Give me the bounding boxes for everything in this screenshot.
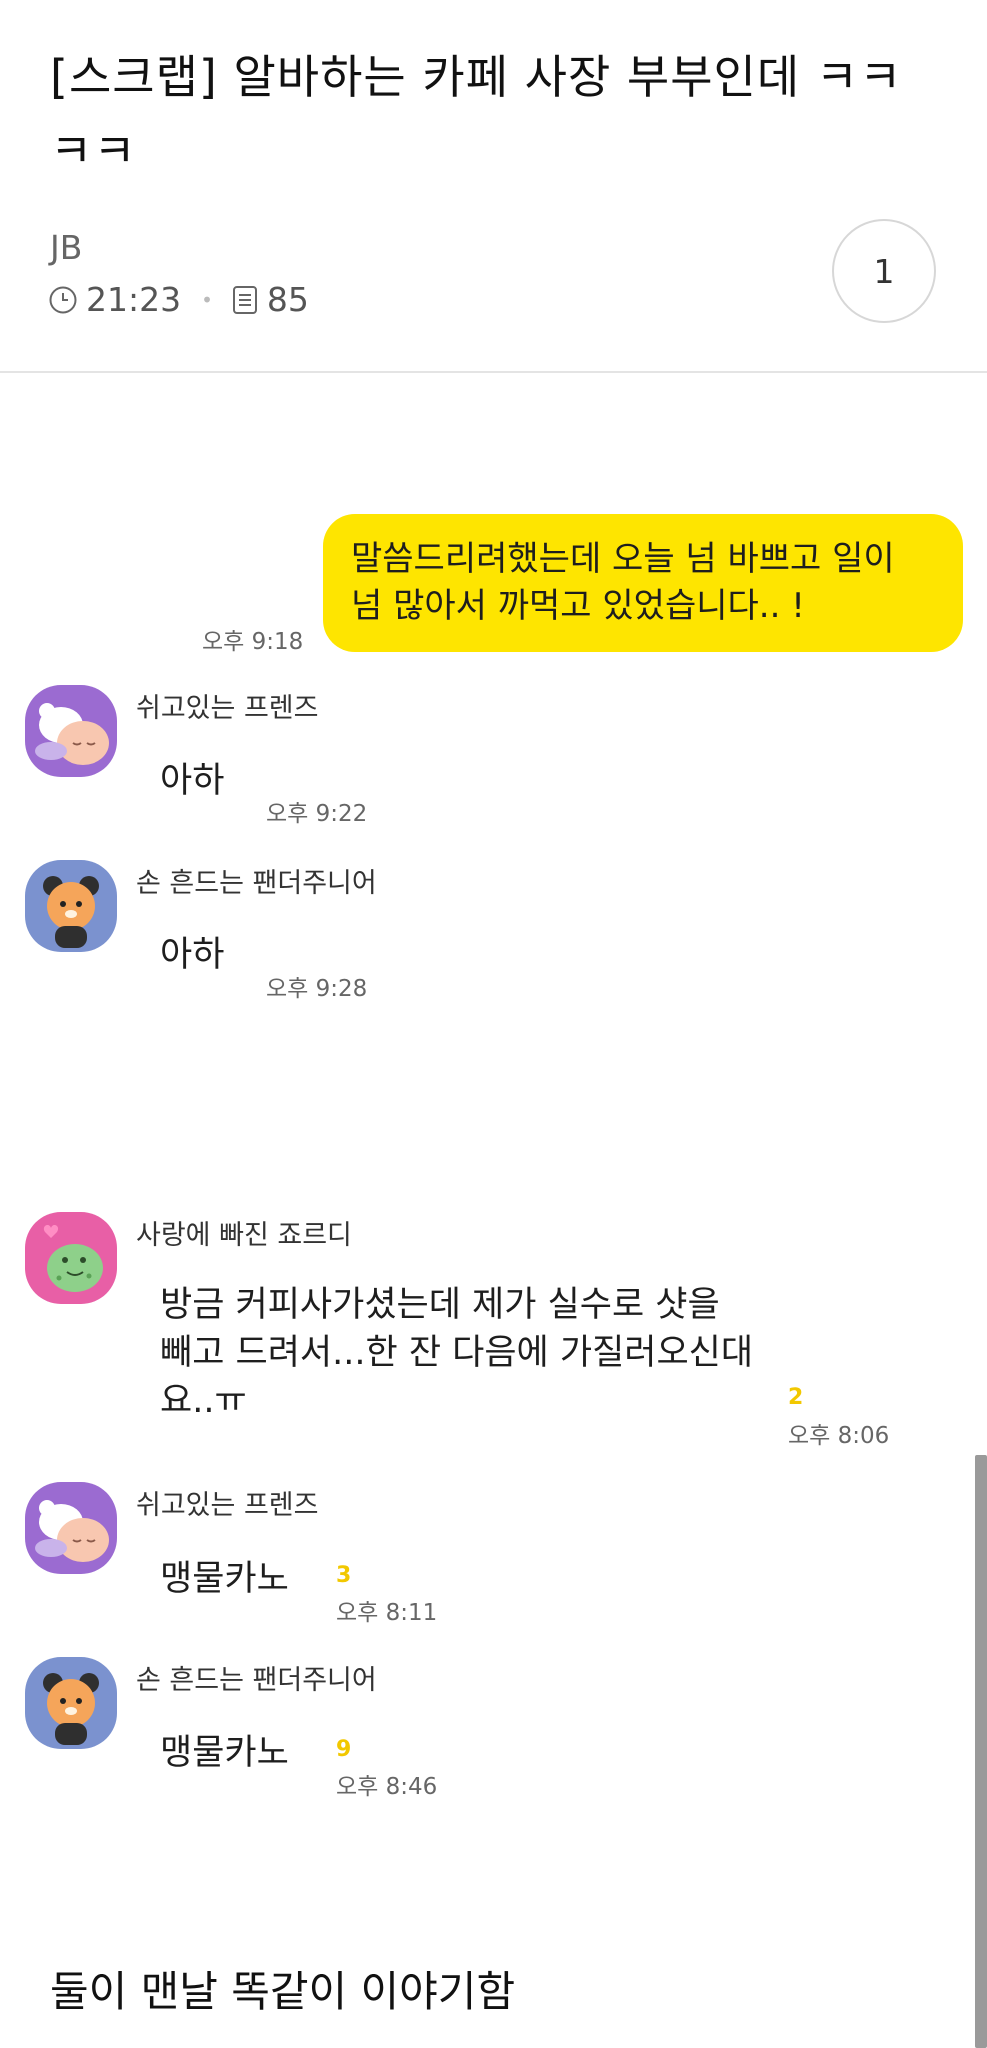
avatar-resting-friends (25, 685, 117, 777)
message-time: 오후 8:06 (788, 1423, 890, 1449)
post-caption: 둘이 맨날 똑같이 이야기함 (50, 1967, 516, 2016)
sender-name: 사랑에 빠진 죠르디 (136, 1220, 352, 1251)
post-header: [스크랩] 알바하는 카페 사장 부부인데 ㅋㅋㅋㅋ JB 21:23 • 85… (0, 0, 987, 373)
message-text: 맹물카노 (160, 1733, 289, 1773)
unread-count: 9 (336, 1737, 352, 1762)
message-time: 오후 9:18 (202, 629, 304, 655)
clock-icon (48, 285, 78, 315)
message-text: 아하 (160, 761, 225, 801)
post-author[interactable]: JB (50, 228, 82, 267)
message-time: 오후 8:11 (336, 1600, 438, 1626)
post-meta: 21:23 • 85 (48, 280, 309, 319)
sender-name: 쉬고있는 프렌즈 (136, 693, 319, 724)
scrollbar[interactable] (975, 1455, 987, 2048)
sender-name: 손 흔드는 팬더주니어 (136, 868, 377, 899)
chat-screenshot: 오후 9:18 말씀드리려했는데 오늘 넘 바쁘고 일이 넘 많아서 까먹고 있… (0, 373, 987, 1908)
message-time: 오후 9:28 (266, 976, 368, 1002)
avatar-resting-friends (25, 1482, 117, 1574)
message-text: 방금 커피사가셨는데 제가 실수로 샷을 빼고 드려서...한 잔 다음에 가질… (160, 1285, 754, 1421)
my-message-bubble: 말씀드리려했는데 오늘 넘 바쁘고 일이 넘 많아서 까먹고 있었습니다.. ! (323, 514, 963, 652)
avatar-panda-junior (25, 1657, 117, 1749)
sender-name: 쉬고있는 프렌즈 (136, 1490, 319, 1521)
view-count: 85 (266, 280, 309, 319)
message-text: 아하 (160, 935, 225, 975)
comment-count-button[interactable]: 1 (832, 219, 936, 323)
message-text: 맹물카노 (160, 1559, 289, 1599)
unread-count: 2 (788, 1385, 804, 1410)
post-title: [스크랩] 알바하는 카페 사장 부부인데 ㅋㅋㅋㅋ (50, 50, 903, 178)
meta-separator: • (201, 287, 213, 312)
message-time: 오후 9:22 (266, 801, 368, 827)
avatar-panda-junior (25, 860, 117, 952)
post-time: 21:23 (86, 280, 182, 319)
sender-name: 손 흔드는 팬더주니어 (136, 1665, 377, 1696)
message-time: 오후 8:46 (336, 1774, 438, 1800)
avatar-jordy-in-love (25, 1212, 117, 1304)
document-icon (231, 285, 259, 315)
unread-count: 3 (336, 1563, 352, 1588)
